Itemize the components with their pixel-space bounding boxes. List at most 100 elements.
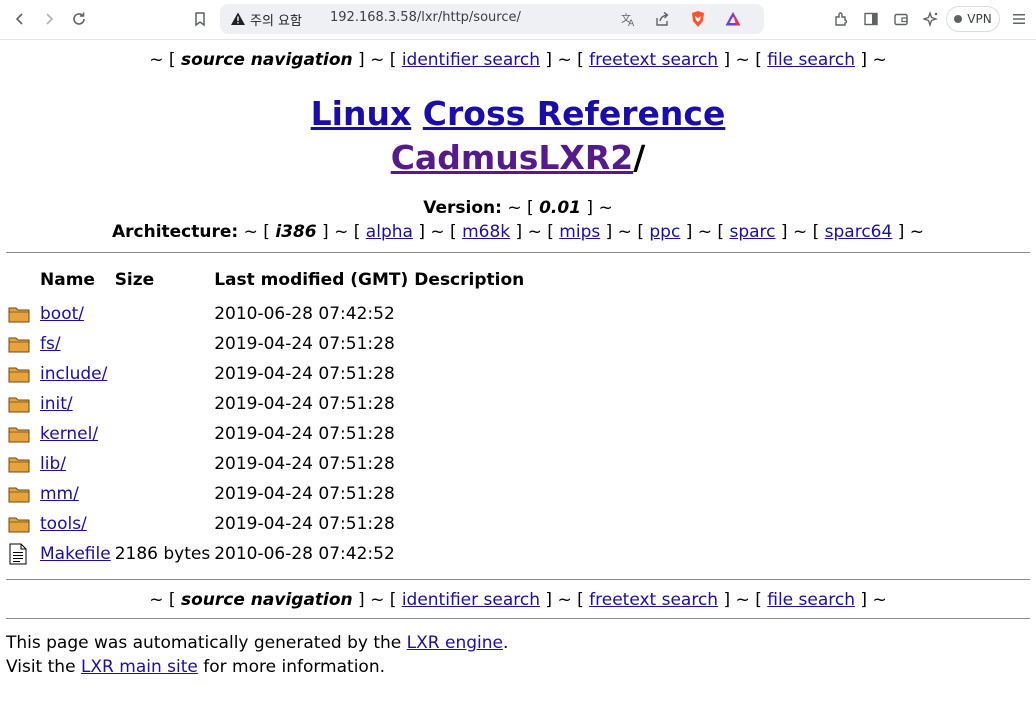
table-row: Makefile 2186 bytes 2010-06-28 07:42:52 bbox=[6, 539, 528, 569]
nav-separator: ~ bbox=[370, 590, 385, 610]
name-cell: tools/ bbox=[38, 509, 113, 539]
address-bar[interactable]: 주의 요함 192.168.3.58/lxr/http/source/ 文A bbox=[220, 4, 764, 34]
version-label: Version: bbox=[423, 198, 502, 218]
bookmark-icon[interactable] bbox=[187, 6, 213, 32]
version-selector: Version: ~ [ 0.01 ] ~ Architecture: ~ [ … bbox=[6, 196, 1030, 244]
arch-alpha-link[interactable]: alpha bbox=[366, 222, 413, 242]
nav-file-search-link[interactable]: file search bbox=[767, 590, 855, 610]
translate-icon[interactable]: 文A bbox=[618, 9, 638, 29]
security-label[interactable]: 주의 요함 bbox=[250, 10, 302, 29]
folder-icon[interactable] bbox=[8, 335, 30, 353]
file-icon[interactable] bbox=[8, 543, 30, 565]
entry-link[interactable]: lib/ bbox=[40, 454, 66, 474]
name-cell: kernel/ bbox=[38, 419, 113, 449]
nav-separator: ~ bbox=[557, 590, 572, 610]
reload-icon[interactable] bbox=[66, 6, 92, 32]
entry-link[interactable]: Makefile bbox=[40, 544, 111, 564]
separator: ~ bbox=[507, 198, 522, 218]
menu-icon[interactable] bbox=[1006, 6, 1032, 32]
nav-separator: ~ bbox=[149, 590, 164, 610]
directory-listing: Name Size Last modified (GMT) Descriptio… bbox=[6, 267, 528, 569]
arch-m68k-link[interactable]: m68k bbox=[462, 222, 510, 242]
sidebar-icon[interactable] bbox=[858, 6, 884, 32]
nav-separator: ~ bbox=[370, 50, 385, 70]
folder-icon[interactable] bbox=[8, 425, 30, 443]
separator: ~ bbox=[792, 222, 808, 242]
vpn-status-icon bbox=[954, 15, 963, 23]
nav-identifier-search-link[interactable]: identifier search bbox=[402, 50, 540, 70]
wallet-icon[interactable] bbox=[888, 6, 914, 32]
url-text[interactable]: 192.168.3.58/lxr/http/source/ bbox=[330, 10, 521, 25]
table-row: init/2019-04-24 07:51:28 bbox=[6, 389, 528, 419]
title-linux-link[interactable]: Linux bbox=[311, 94, 412, 133]
icon-cell bbox=[6, 359, 38, 389]
folder-icon[interactable] bbox=[8, 395, 30, 413]
separator: ~ bbox=[334, 222, 349, 242]
nav-separator: ~ bbox=[735, 50, 750, 70]
back-icon[interactable] bbox=[7, 6, 33, 32]
table-row: boot/2010-06-28 07:42:52 bbox=[6, 299, 528, 329]
size-column-header: Size bbox=[114, 270, 155, 290]
lxr-engine-link[interactable]: LXR engine bbox=[407, 633, 503, 653]
name-cell: include/ bbox=[38, 359, 113, 389]
nav-freetext-search-link[interactable]: freetext search bbox=[589, 50, 718, 70]
entry-link[interactable]: init/ bbox=[40, 394, 73, 414]
table-row: kernel/2019-04-24 07:51:28 bbox=[6, 419, 528, 449]
modified-cell: 2019-04-24 07:51:28 bbox=[214, 514, 395, 534]
entry-link[interactable]: fs/ bbox=[40, 334, 61, 354]
name-cell: Makefile bbox=[38, 539, 113, 569]
folder-icon[interactable] bbox=[8, 515, 30, 533]
name-cell: init/ bbox=[38, 389, 113, 419]
description-cell bbox=[412, 509, 528, 539]
nav-identifier-search-link[interactable]: identifier search bbox=[402, 590, 540, 610]
nav-file-search-link[interactable]: file search bbox=[767, 50, 855, 70]
name-cell: fs/ bbox=[38, 329, 113, 359]
icon-cell bbox=[6, 329, 38, 359]
footer-text: for more information. bbox=[197, 657, 386, 677]
forward-icon[interactable] bbox=[36, 6, 62, 32]
separator: ~ bbox=[598, 198, 613, 218]
icon-cell bbox=[6, 389, 38, 419]
leo-ai-icon[interactable] bbox=[918, 6, 944, 32]
icon-cell bbox=[6, 479, 38, 509]
nav-freetext-search-link[interactable]: freetext search bbox=[589, 590, 718, 610]
share-icon[interactable] bbox=[652, 9, 672, 29]
entry-link[interactable]: tools/ bbox=[40, 514, 87, 534]
vpn-button[interactable]: VPN bbox=[946, 6, 1000, 32]
folder-icon[interactable] bbox=[8, 455, 30, 473]
entry-link[interactable]: boot/ bbox=[40, 304, 84, 324]
brave-rewards-icon[interactable] bbox=[723, 9, 743, 29]
arch-mips-link[interactable]: mips bbox=[559, 222, 600, 242]
folder-icon[interactable] bbox=[8, 485, 30, 503]
version-current: 0.01 bbox=[539, 198, 582, 218]
separator: ~ bbox=[430, 222, 445, 242]
description-cell bbox=[412, 449, 528, 479]
folder-icon[interactable] bbox=[8, 305, 30, 323]
table-row: lib/2019-04-24 07:51:28 bbox=[6, 449, 528, 479]
title-cross-reference-link[interactable]: Cross Reference bbox=[423, 94, 726, 133]
folder-icon[interactable] bbox=[8, 365, 30, 383]
entry-link[interactable]: kernel/ bbox=[40, 424, 98, 444]
arch-sparc64-link[interactable]: sparc64 bbox=[825, 222, 893, 242]
lxr-main-site-link[interactable]: LXR main site bbox=[81, 657, 198, 677]
arch-sparc-link[interactable]: sparc bbox=[729, 222, 775, 242]
modified-cell: 2019-04-24 07:51:28 bbox=[214, 334, 395, 354]
table-row: include/2019-04-24 07:51:28 bbox=[6, 359, 528, 389]
nav-separator: ~ bbox=[149, 50, 164, 70]
extensions-icon[interactable] bbox=[828, 6, 854, 32]
modified-cell: 2019-04-24 07:51:28 bbox=[214, 484, 395, 504]
modified-cell: 2010-06-28 07:42:52 bbox=[214, 304, 395, 324]
icon-cell bbox=[6, 449, 38, 479]
arch-ppc-link[interactable]: ppc bbox=[649, 222, 680, 242]
entry-link[interactable]: mm/ bbox=[40, 484, 79, 504]
warning-icon[interactable] bbox=[230, 11, 246, 27]
brave-shield-icon[interactable] bbox=[688, 9, 708, 29]
footer-text: Visit the bbox=[6, 657, 81, 677]
description-cell bbox=[412, 539, 528, 569]
table-row: mm/2019-04-24 07:51:28 bbox=[6, 479, 528, 509]
entry-link[interactable]: include/ bbox=[40, 364, 107, 384]
title-tree-link[interactable]: CadmusLXR2 bbox=[391, 138, 633, 177]
nav-separator: ~ bbox=[872, 590, 887, 610]
size-cell bbox=[113, 329, 213, 359]
nav-separator: ~ bbox=[872, 50, 887, 70]
